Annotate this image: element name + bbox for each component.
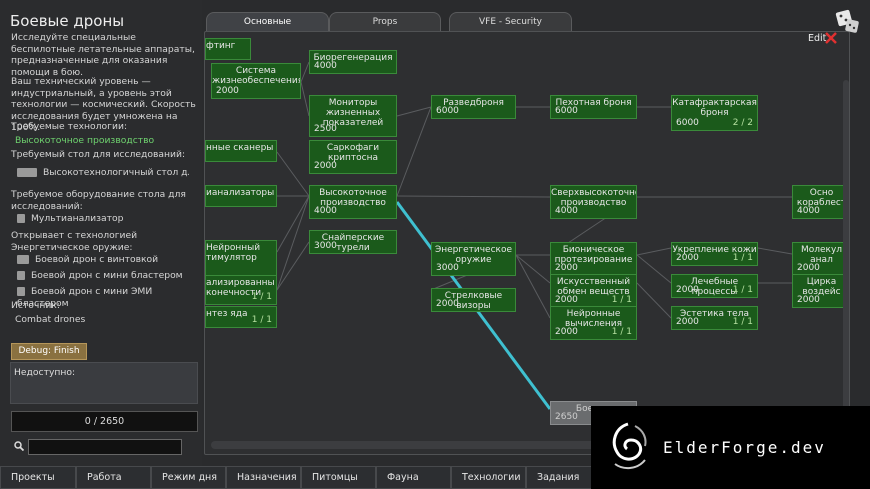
tech-node[interactable]: ализированны конечности 1 / 1: [205, 275, 277, 305]
debug-finish-button[interactable]: Debug: Finish now: [11, 343, 87, 371]
main-tab-research[interactable]: Технологии: [451, 466, 526, 489]
research-tree[interactable]: фтинг Система жизнеобеспечения 2000 Биоре…: [204, 31, 850, 455]
multianalyzer-icon: [17, 214, 25, 223]
project-description: Исследуйте специальные беспилотные летат…: [11, 32, 195, 78]
main-tab-projects[interactable]: Проекты: [0, 466, 76, 489]
tech-node[interactable]: Бионическое протезирование 2000: [550, 242, 637, 276]
required-equipment-text: Мультианализатор: [31, 213, 124, 224]
tech-node[interactable]: Биорегенерация 4000: [309, 50, 397, 74]
source-value: Combat drones: [15, 314, 86, 325]
tech-node[interactable]: фтинг: [205, 38, 251, 60]
watermark-overlay: ElderForge.dev: [591, 406, 870, 489]
tab-props[interactable]: Props: [329, 12, 441, 32]
required-equipment-item[interactable]: Мультианализатор: [17, 213, 203, 225]
tech-node[interactable]: ианализаторы: [205, 185, 277, 207]
tech-node[interactable]: Молекул анал 2000: [792, 242, 849, 276]
unlock-item[interactable]: Боевой дрон с мини бластером: [17, 270, 203, 282]
search-input[interactable]: [28, 439, 182, 455]
main-tab-quests[interactable]: Задания: [526, 466, 596, 489]
tech-node[interactable]: Система жизнеобеспечения 2000: [211, 63, 301, 99]
unlock-item-label: Боевой дрон с мини бластером: [31, 270, 183, 281]
source-label: Источник:: [11, 300, 60, 311]
tech-node[interactable]: Осно кораблест 4000: [792, 185, 849, 219]
tech-node[interactable]: Цирка воздейс 2000: [792, 274, 849, 308]
unavailable-box: Недоступно:: [10, 362, 198, 404]
required-equipment-label: Требуемое оборудование стола для исследо…: [11, 189, 186, 212]
required-bench-item[interactable]: Высокотехнологичный стол для исс: [17, 167, 189, 179]
drone-icon: [17, 287, 25, 296]
main-tab-pets[interactable]: Питомцы: [301, 466, 376, 489]
search-icon: [14, 441, 24, 451]
main-tab-work[interactable]: Работа: [76, 466, 151, 489]
watermark-text: ElderForge.dev: [663, 438, 826, 457]
dice-icon[interactable]: [834, 8, 860, 34]
tech-node[interactable]: Сверхвысокоточное производство 4000: [550, 185, 637, 219]
unlock-item[interactable]: Боевой дрон с винтовкой: [17, 254, 203, 266]
main-tab-fauna[interactable]: Фауна: [376, 466, 451, 489]
required-bench-text: Высокотехнологичный стол для исс: [43, 167, 189, 178]
unlocks-label: Открывает с технологией Энергетическое о…: [11, 230, 138, 253]
main-tab-schedule[interactable]: Режим дня: [151, 466, 226, 489]
tech-node[interactable]: Нейронные вычисления 2000 1 / 1: [550, 306, 637, 340]
main-tab-assign[interactable]: Назначения: [226, 466, 301, 489]
tech-node[interactable]: Разведброня 6000: [431, 95, 516, 119]
tech-node[interactable]: Лечебные процессы 2000 1 / 1: [671, 274, 758, 298]
tab-vfe-security[interactable]: VFE - Security: [449, 12, 572, 32]
required-techs-label: Требуемые технологии:: [11, 121, 128, 132]
vertical-scrollbar[interactable]: [843, 80, 849, 450]
tech-node[interactable]: Эстетика тела 2000 1 / 1: [671, 306, 758, 330]
research-info-panel: Боевые дроны Исследуйте специальные бесп…: [0, 0, 202, 466]
tech-node[interactable]: Саркофаги криптосна 2000: [309, 140, 397, 174]
tech-node[interactable]: Мониторы жизненных показателей 2500: [309, 95, 397, 137]
tech-node[interactable]: нные сканеры: [205, 140, 277, 162]
tech-node[interactable]: Укрепление кожи 2000 1 / 1: [671, 242, 758, 266]
swirl-logo-icon: [612, 422, 647, 470]
unlock-item-label: Боевой дрон с винтовкой: [35, 254, 159, 265]
tech-node[interactable]: Искусственный обмен веществ 2000 1 / 1: [550, 274, 637, 308]
tech-node[interactable]: Энергетическое оружие 3000: [431, 242, 516, 276]
unavailable-label: Недоступно:: [14, 367, 76, 378]
required-tech-link[interactable]: Высокоточное производство: [15, 135, 201, 147]
research-progress: 0 / 2650: [11, 411, 198, 432]
tech-node[interactable]: нтез яда 1 / 1: [205, 306, 277, 328]
bench-icon: [17, 168, 37, 177]
tech-node[interactable]: Нейронный тимулятор: [205, 240, 277, 276]
tech-node[interactable]: Снайперские турели 3000: [309, 230, 397, 254]
drone-icon: [17, 255, 29, 264]
tech-node[interactable]: Стрелковые визоры 2000: [431, 288, 516, 312]
required-bench-label: Требуемый стол для исследований:: [11, 149, 186, 160]
project-title: Боевые дроны: [10, 12, 125, 30]
tech-node[interactable]: Высокоточное производство 4000: [309, 185, 397, 219]
tech-node[interactable]: Катафрактарская броня 6000 2 / 2: [671, 95, 758, 131]
tech-node[interactable]: Пехотная броня 6000: [550, 95, 637, 119]
drone-icon: [17, 271, 25, 280]
